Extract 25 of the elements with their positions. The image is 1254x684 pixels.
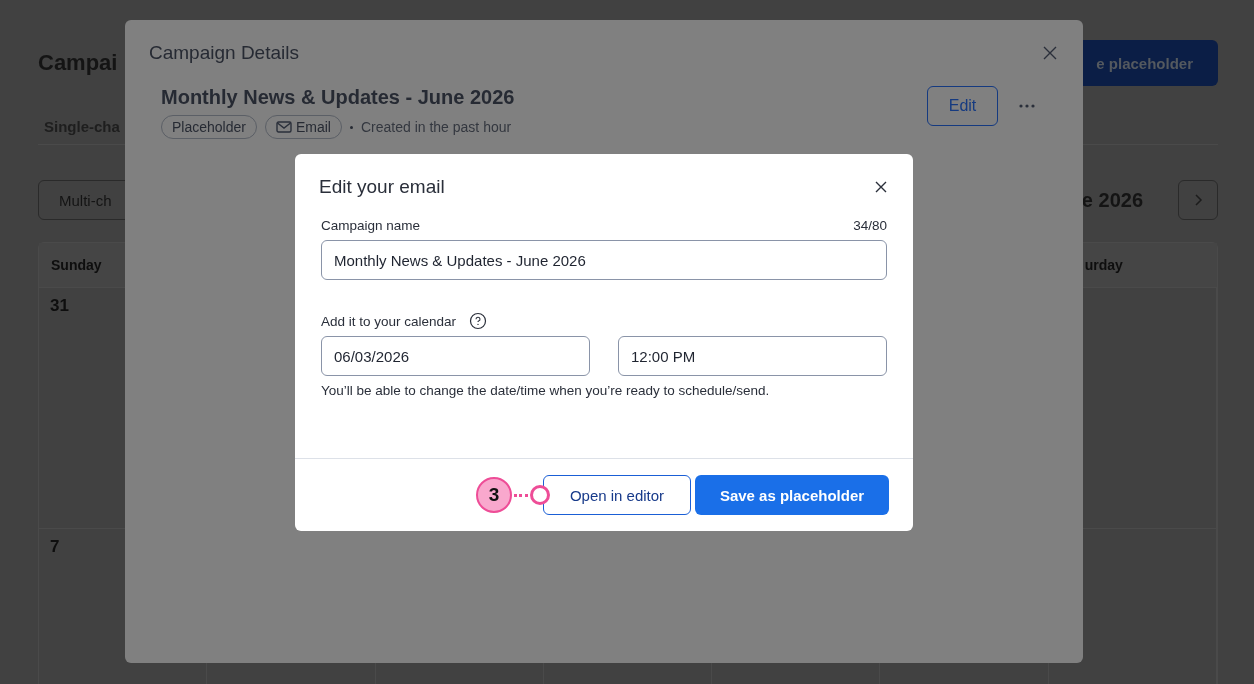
dialog-title: Edit your email: [319, 176, 445, 198]
save-button[interactable]: Save as placeholder: [695, 475, 889, 515]
more-icon[interactable]: [1019, 104, 1035, 108]
time-field[interactable]: 12:00 PM: [618, 336, 887, 376]
character-counter: 34/80: [853, 218, 887, 233]
field-label: Add it to your calendar: [321, 313, 457, 329]
chevron-right-icon: [1193, 193, 1203, 207]
edit-button[interactable]: Edit: [927, 86, 998, 126]
help-icon[interactable]: [469, 312, 488, 330]
created-time: Created in the past hour: [360, 119, 512, 135]
field-label: Campaign name: [321, 218, 421, 233]
date-field[interactable]: 06/03/2026: [321, 336, 590, 376]
envelope-icon: [275, 121, 292, 133]
leader-line: [514, 493, 528, 497]
weekday-header: Sunday: [51, 257, 102, 273]
separator-dot-icon: [349, 125, 353, 129]
open-editor-button[interactable]: Open in editor: [543, 475, 691, 515]
hint-text: You’ll be able to change the date/time when you’re ready to schedule/send.: [321, 383, 771, 398]
campaign-name-field[interactable]: Monthly News & Updates - June 2026: [321, 240, 887, 280]
close-icon[interactable]: [875, 181, 887, 193]
weekday-header: urday: [1084, 257, 1123, 273]
ring-marker-icon: [530, 485, 550, 505]
campaign-title: Monthly News & Updates - June 2026: [161, 86, 516, 109]
step-badge: 3: [476, 477, 512, 513]
dialog-title: Campaign Details: [149, 42, 299, 64]
